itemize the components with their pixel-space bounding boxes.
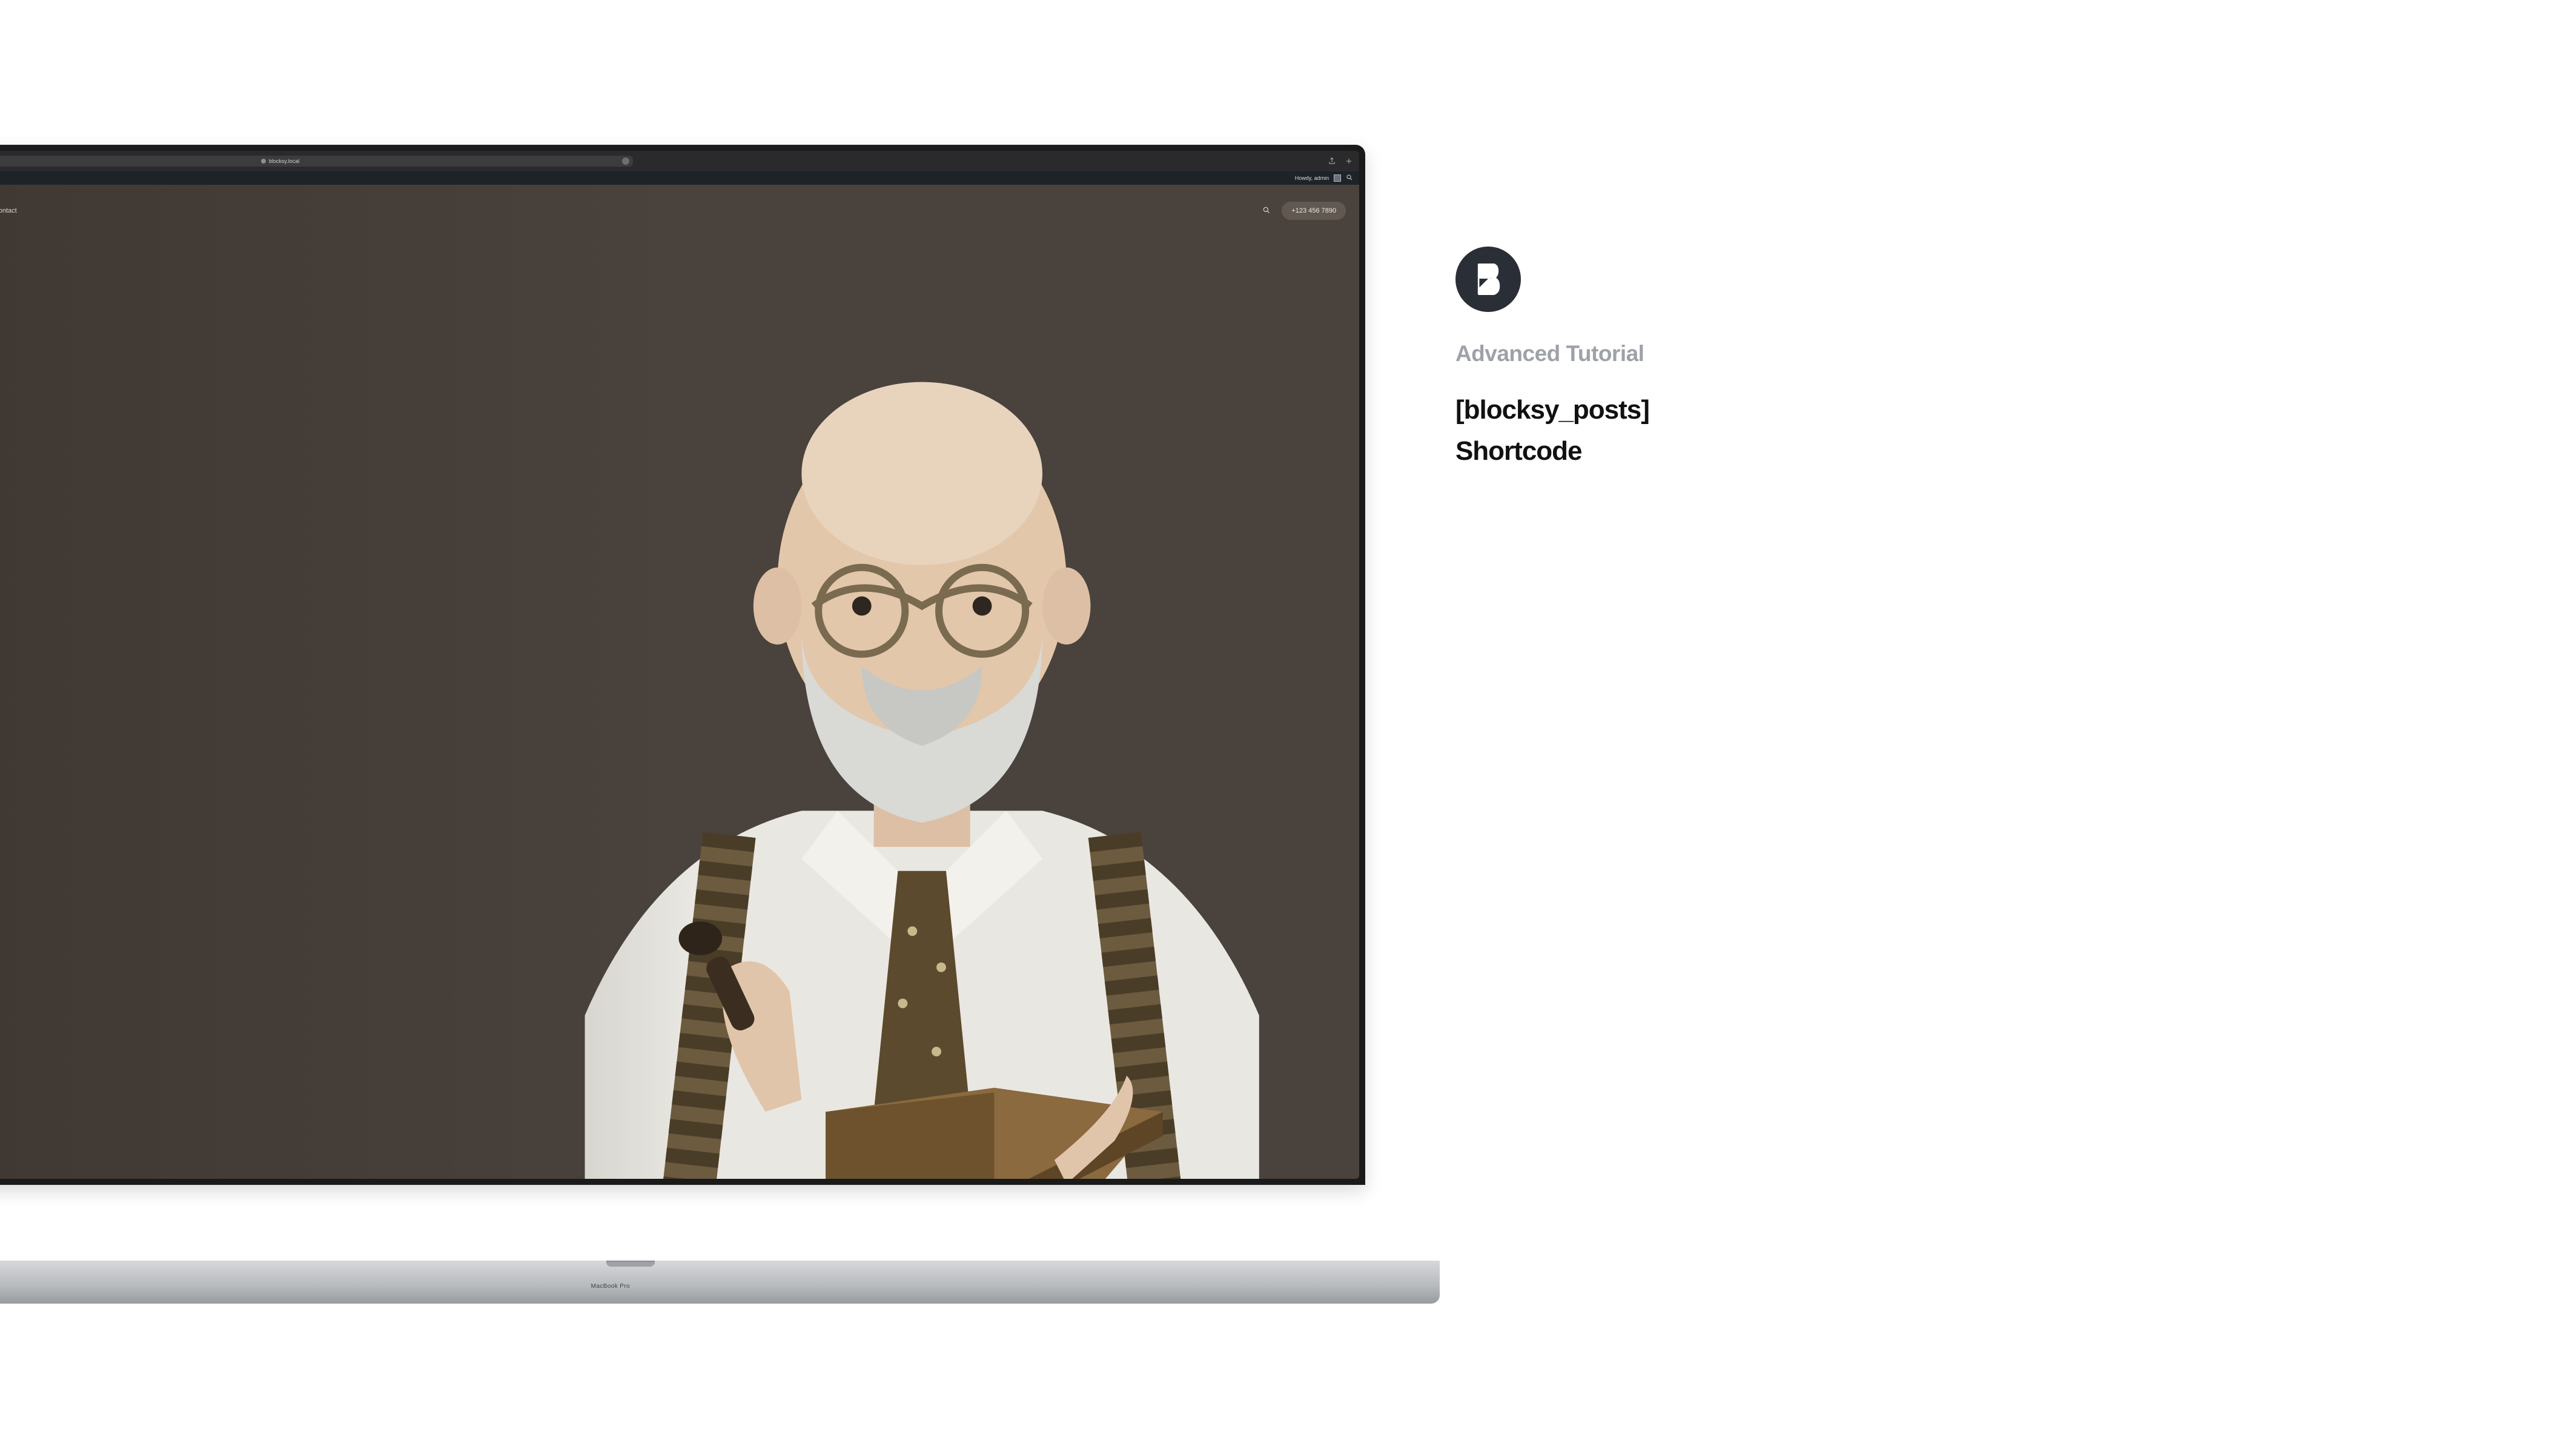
wp-search-icon[interactable] [1346, 174, 1353, 182]
avatar[interactable] [1334, 174, 1341, 182]
blocksy-logo-icon [1475, 264, 1501, 295]
nav-link-contact[interactable]: Contact [0, 207, 17, 214]
laptop-frame: blocksy.local Edit Page WPForms Howdy, a… [0, 145, 1365, 1184]
phone-button[interactable]: +123 456 7890 [1282, 202, 1346, 220]
laptop-label: MacBook Pro [591, 1283, 630, 1290]
laptop-mockup: blocksy.local Edit Page WPForms Howdy, a… [0, 145, 1365, 1275]
website-page: Services About News Contact +123 456 789… [0, 185, 1359, 1178]
laptop-notch [606, 1261, 655, 1267]
address-bar[interactable]: blocksy.local [0, 156, 633, 167]
wp-howdy-text[interactable]: Howdy, admin [1295, 175, 1329, 181]
hero-subtitle-fragment: xperienced lawyers [0, 352, 1359, 361]
tutorial-info-panel: Advanced Tutorial [blocksy_posts] Shortc… [1455, 247, 2486, 472]
blocksy-logo [1455, 247, 1521, 312]
reload-icon[interactable] [622, 158, 629, 165]
browser-chrome: blocksy.local [0, 151, 1359, 171]
laptop-base [0, 1261, 1440, 1304]
tutorial-title-line-1: [blocksy_posts] [1455, 390, 2486, 431]
laptop-screen: blocksy.local Edit Page WPForms Howdy, a… [0, 151, 1359, 1178]
url-text: blocksy.local [269, 158, 299, 164]
hero-text-block: serve al xperienced lawyers EARN MORE [0, 226, 1359, 404]
tutorial-title-line-2: Shortcode [1455, 431, 2486, 472]
search-icon[interactable] [1262, 206, 1271, 216]
tutorial-subtitle: Advanced Tutorial [1455, 341, 2486, 366]
site-lock-icon [261, 159, 266, 164]
share-icon[interactable] [1328, 157, 1336, 165]
wp-admin-bar: Edit Page WPForms Howdy, admin [0, 171, 1359, 185]
hero-title-fragment-2: al [0, 299, 1359, 336]
site-nav: Services About News Contact +123 456 789… [0, 185, 1359, 226]
new-tab-icon[interactable] [1345, 157, 1353, 165]
hero-title-fragment-1: serve [0, 262, 1359, 299]
